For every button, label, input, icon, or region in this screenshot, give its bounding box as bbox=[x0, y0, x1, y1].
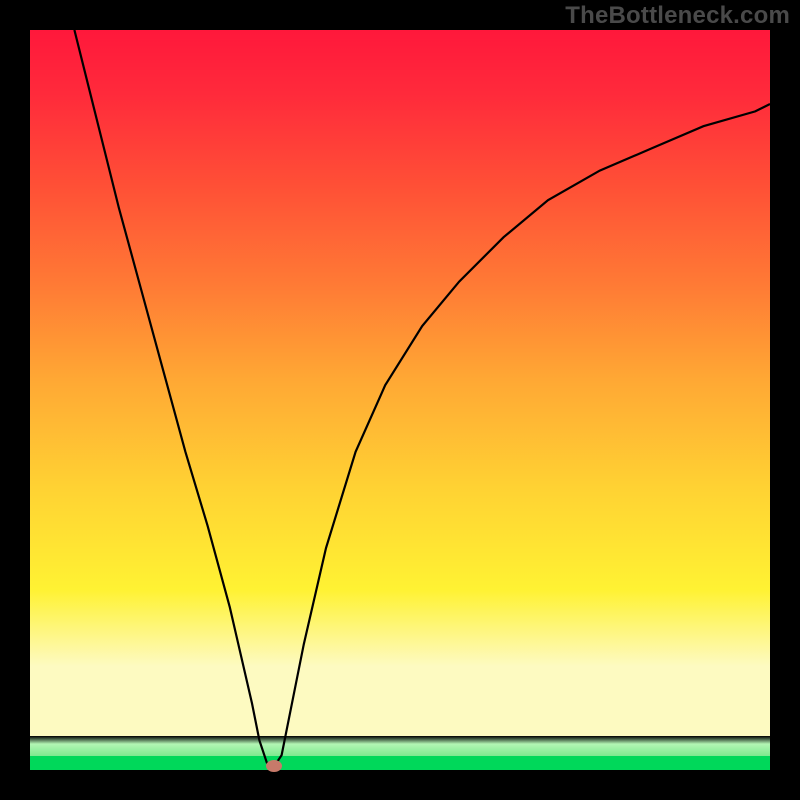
plot-area bbox=[30, 30, 770, 770]
near-optimal-band bbox=[30, 736, 770, 756]
watermark-text: TheBottleneck.com bbox=[565, 2, 790, 30]
optimal-band bbox=[30, 756, 770, 770]
spectrum-gradient-band bbox=[30, 30, 770, 666]
chart-frame: TheBottleneck.com bbox=[0, 0, 800, 800]
good-band bbox=[30, 666, 770, 736]
optimal-point-marker bbox=[266, 760, 282, 772]
